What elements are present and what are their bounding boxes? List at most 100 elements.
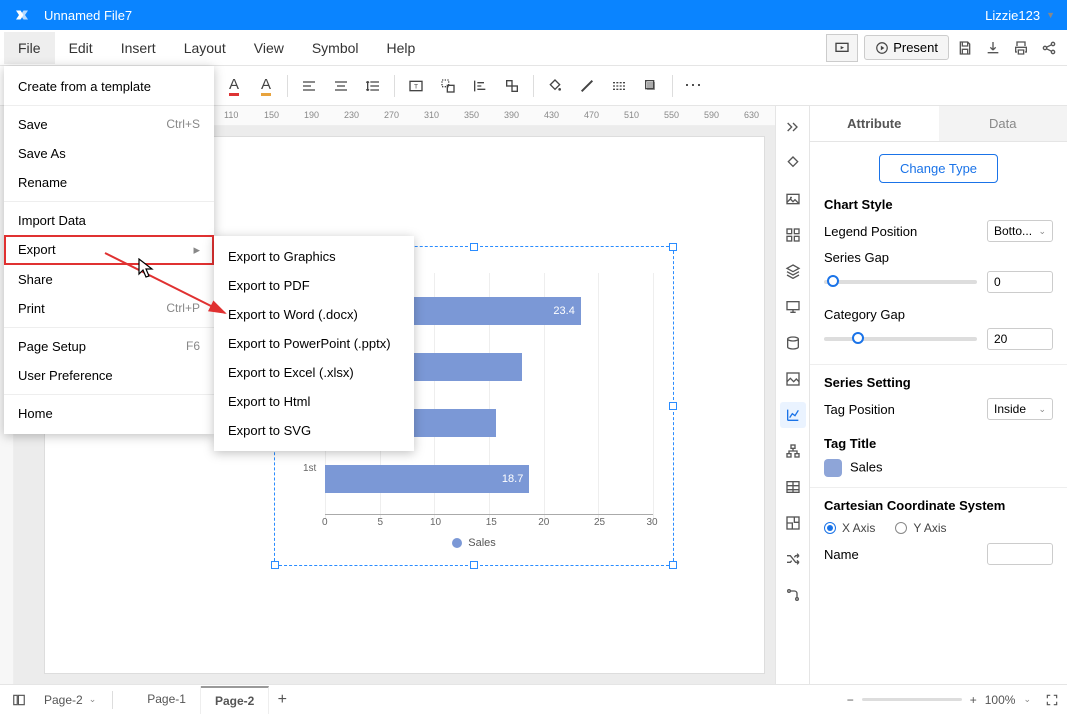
save-icon-button[interactable] xyxy=(951,34,979,62)
chevron-right-icon: ▸ xyxy=(193,242,200,258)
category-gap-slider[interactable] xyxy=(824,337,977,341)
shuffle-tool-icon[interactable] xyxy=(780,546,806,572)
picture-tool-icon[interactable] xyxy=(780,366,806,392)
menu-insert[interactable]: Insert xyxy=(107,32,170,64)
resize-handle[interactable] xyxy=(669,561,677,569)
menu-item-user-preference[interactable]: User Preference xyxy=(4,361,214,390)
menu-layout[interactable]: Layout xyxy=(170,32,240,64)
align-left-button[interactable] xyxy=(294,71,324,101)
submenu-export-svg[interactable]: Export to SVG xyxy=(214,416,414,445)
menu-item-create-template[interactable]: Create from a template xyxy=(4,72,214,101)
download-icon-button[interactable] xyxy=(979,34,1007,62)
fullscreen-icon[interactable] xyxy=(1045,693,1059,707)
align-vertical-button[interactable] xyxy=(326,71,356,101)
text-box-button[interactable]: T xyxy=(401,71,431,101)
tag-position-label: Tag Position xyxy=(824,402,895,417)
slideshow-icon-button[interactable] xyxy=(826,34,858,62)
fill-tool-icon[interactable] xyxy=(780,150,806,176)
legend-position-select[interactable]: Botto...⌄ xyxy=(987,220,1053,242)
share-icon-button[interactable] xyxy=(1035,34,1063,62)
axis-name-label: Name xyxy=(824,547,859,562)
collapse-panel-icon[interactable] xyxy=(780,114,806,140)
submenu-export-html[interactable]: Export to Html xyxy=(214,387,414,416)
menu-help[interactable]: Help xyxy=(373,32,430,64)
resize-handle[interactable] xyxy=(669,402,677,410)
line-style-button[interactable] xyxy=(604,71,634,101)
outline-view-icon[interactable] xyxy=(8,689,30,711)
export-submenu: Export to Graphics Export to PDF Export … xyxy=(214,236,414,451)
resize-handle[interactable] xyxy=(470,561,478,569)
status-bar: Page-2⌄ Page-1 Page-2 + − + 100% ⌄ xyxy=(0,684,1067,714)
tab-data[interactable]: Data xyxy=(939,106,1067,141)
user-menu[interactable]: Lizzie123 ▼ xyxy=(973,8,1067,23)
presentation-tool-icon[interactable] xyxy=(780,294,806,320)
tab-attribute[interactable]: Attribute xyxy=(810,106,939,141)
series-color-swatch[interactable] xyxy=(824,459,842,477)
hierarchy-tool-icon[interactable] xyxy=(780,438,806,464)
zoom-dropdown-icon[interactable]: ⌄ xyxy=(1023,694,1031,705)
submenu-export-pdf[interactable]: Export to PDF xyxy=(214,271,414,300)
menu-file[interactable]: File xyxy=(4,32,55,64)
layers-tool-icon[interactable] xyxy=(780,258,806,284)
line-spacing-button[interactable] xyxy=(358,71,388,101)
shape-edit-button[interactable] xyxy=(433,71,463,101)
y-axis-radio[interactable]: Y Axis xyxy=(895,521,946,535)
category-gap-input[interactable]: 20 xyxy=(987,328,1053,350)
menu-item-print[interactable]: PrintCtrl+P xyxy=(4,294,214,323)
present-button[interactable]: Present xyxy=(864,35,949,60)
line-color-button[interactable] xyxy=(572,71,602,101)
zoom-slider[interactable] xyxy=(862,698,962,701)
print-icon-button[interactable] xyxy=(1007,34,1035,62)
menu-item-export[interactable]: Export▸ xyxy=(4,235,214,265)
menu-item-home[interactable]: Home xyxy=(4,399,214,428)
fill-color-button[interactable] xyxy=(540,71,570,101)
submenu-export-word[interactable]: Export to Word (.docx) xyxy=(214,300,414,329)
submenu-export-powerpoint[interactable]: Export to PowerPoint (.pptx) xyxy=(214,329,414,358)
submenu-export-excel[interactable]: Export to Excel (.xlsx) xyxy=(214,358,414,387)
menu-item-save[interactable]: SaveCtrl+S xyxy=(4,110,214,139)
menu-symbol[interactable]: Symbol xyxy=(298,32,373,64)
chart-x-ticks: 0 5 10 15 20 25 30 xyxy=(325,517,653,533)
chart-tool-icon[interactable] xyxy=(780,402,806,428)
menu-item-save-as[interactable]: Save As xyxy=(4,139,214,168)
menu-bar: File Edit Insert Layout View Symbol Help… xyxy=(0,30,1067,66)
group-button[interactable] xyxy=(497,71,527,101)
grid-tool-icon[interactable] xyxy=(780,222,806,248)
page-selector-dropdown[interactable]: Page-2⌄ xyxy=(36,691,104,709)
zoom-out-button[interactable]: − xyxy=(847,693,854,707)
menu-item-rename[interactable]: Rename xyxy=(4,168,214,197)
axis-name-input[interactable] xyxy=(987,543,1053,565)
tag-position-select[interactable]: Inside⌄ xyxy=(987,398,1053,420)
data-tool-icon[interactable] xyxy=(780,330,806,356)
zoom-control: − + 100% ⌄ xyxy=(847,693,1059,707)
highlight-button[interactable]: A xyxy=(251,71,281,101)
menu-item-share[interactable]: Share xyxy=(4,265,214,294)
change-type-button[interactable]: Change Type xyxy=(879,154,998,183)
ruler-tick: 310 xyxy=(424,110,439,120)
floorplan-tool-icon[interactable] xyxy=(780,510,806,536)
menu-item-page-setup[interactable]: Page SetupF6 xyxy=(4,332,214,361)
page-tab[interactable]: Page-1 xyxy=(133,686,201,714)
menu-edit[interactable]: Edit xyxy=(55,32,107,64)
add-page-button[interactable]: + xyxy=(269,686,295,714)
menu-view[interactable]: View xyxy=(240,32,298,64)
font-color-button[interactable]: A xyxy=(219,71,249,101)
page-tab[interactable]: Page-2 xyxy=(201,686,269,714)
x-axis-radio[interactable]: X Axis xyxy=(824,521,875,535)
table-tool-icon[interactable] xyxy=(780,474,806,500)
series-gap-slider[interactable] xyxy=(824,280,977,284)
series-gap-input[interactable]: 0 xyxy=(987,271,1053,293)
more-button[interactable]: ⋯ xyxy=(679,71,709,101)
align-objects-button[interactable] xyxy=(465,71,495,101)
resize-handle[interactable] xyxy=(271,561,279,569)
shadow-button[interactable] xyxy=(636,71,666,101)
resize-handle[interactable] xyxy=(669,243,677,251)
connector-tool-icon[interactable] xyxy=(780,582,806,608)
menu-item-import-data[interactable]: Import Data xyxy=(4,206,214,235)
image-tool-icon[interactable] xyxy=(780,186,806,212)
series-setting-heading: Series Setting xyxy=(824,375,1053,390)
chart-bar: 18.7 xyxy=(325,465,529,493)
resize-handle[interactable] xyxy=(470,243,478,251)
zoom-in-button[interactable]: + xyxy=(970,693,977,707)
submenu-export-graphics[interactable]: Export to Graphics xyxy=(214,242,414,271)
